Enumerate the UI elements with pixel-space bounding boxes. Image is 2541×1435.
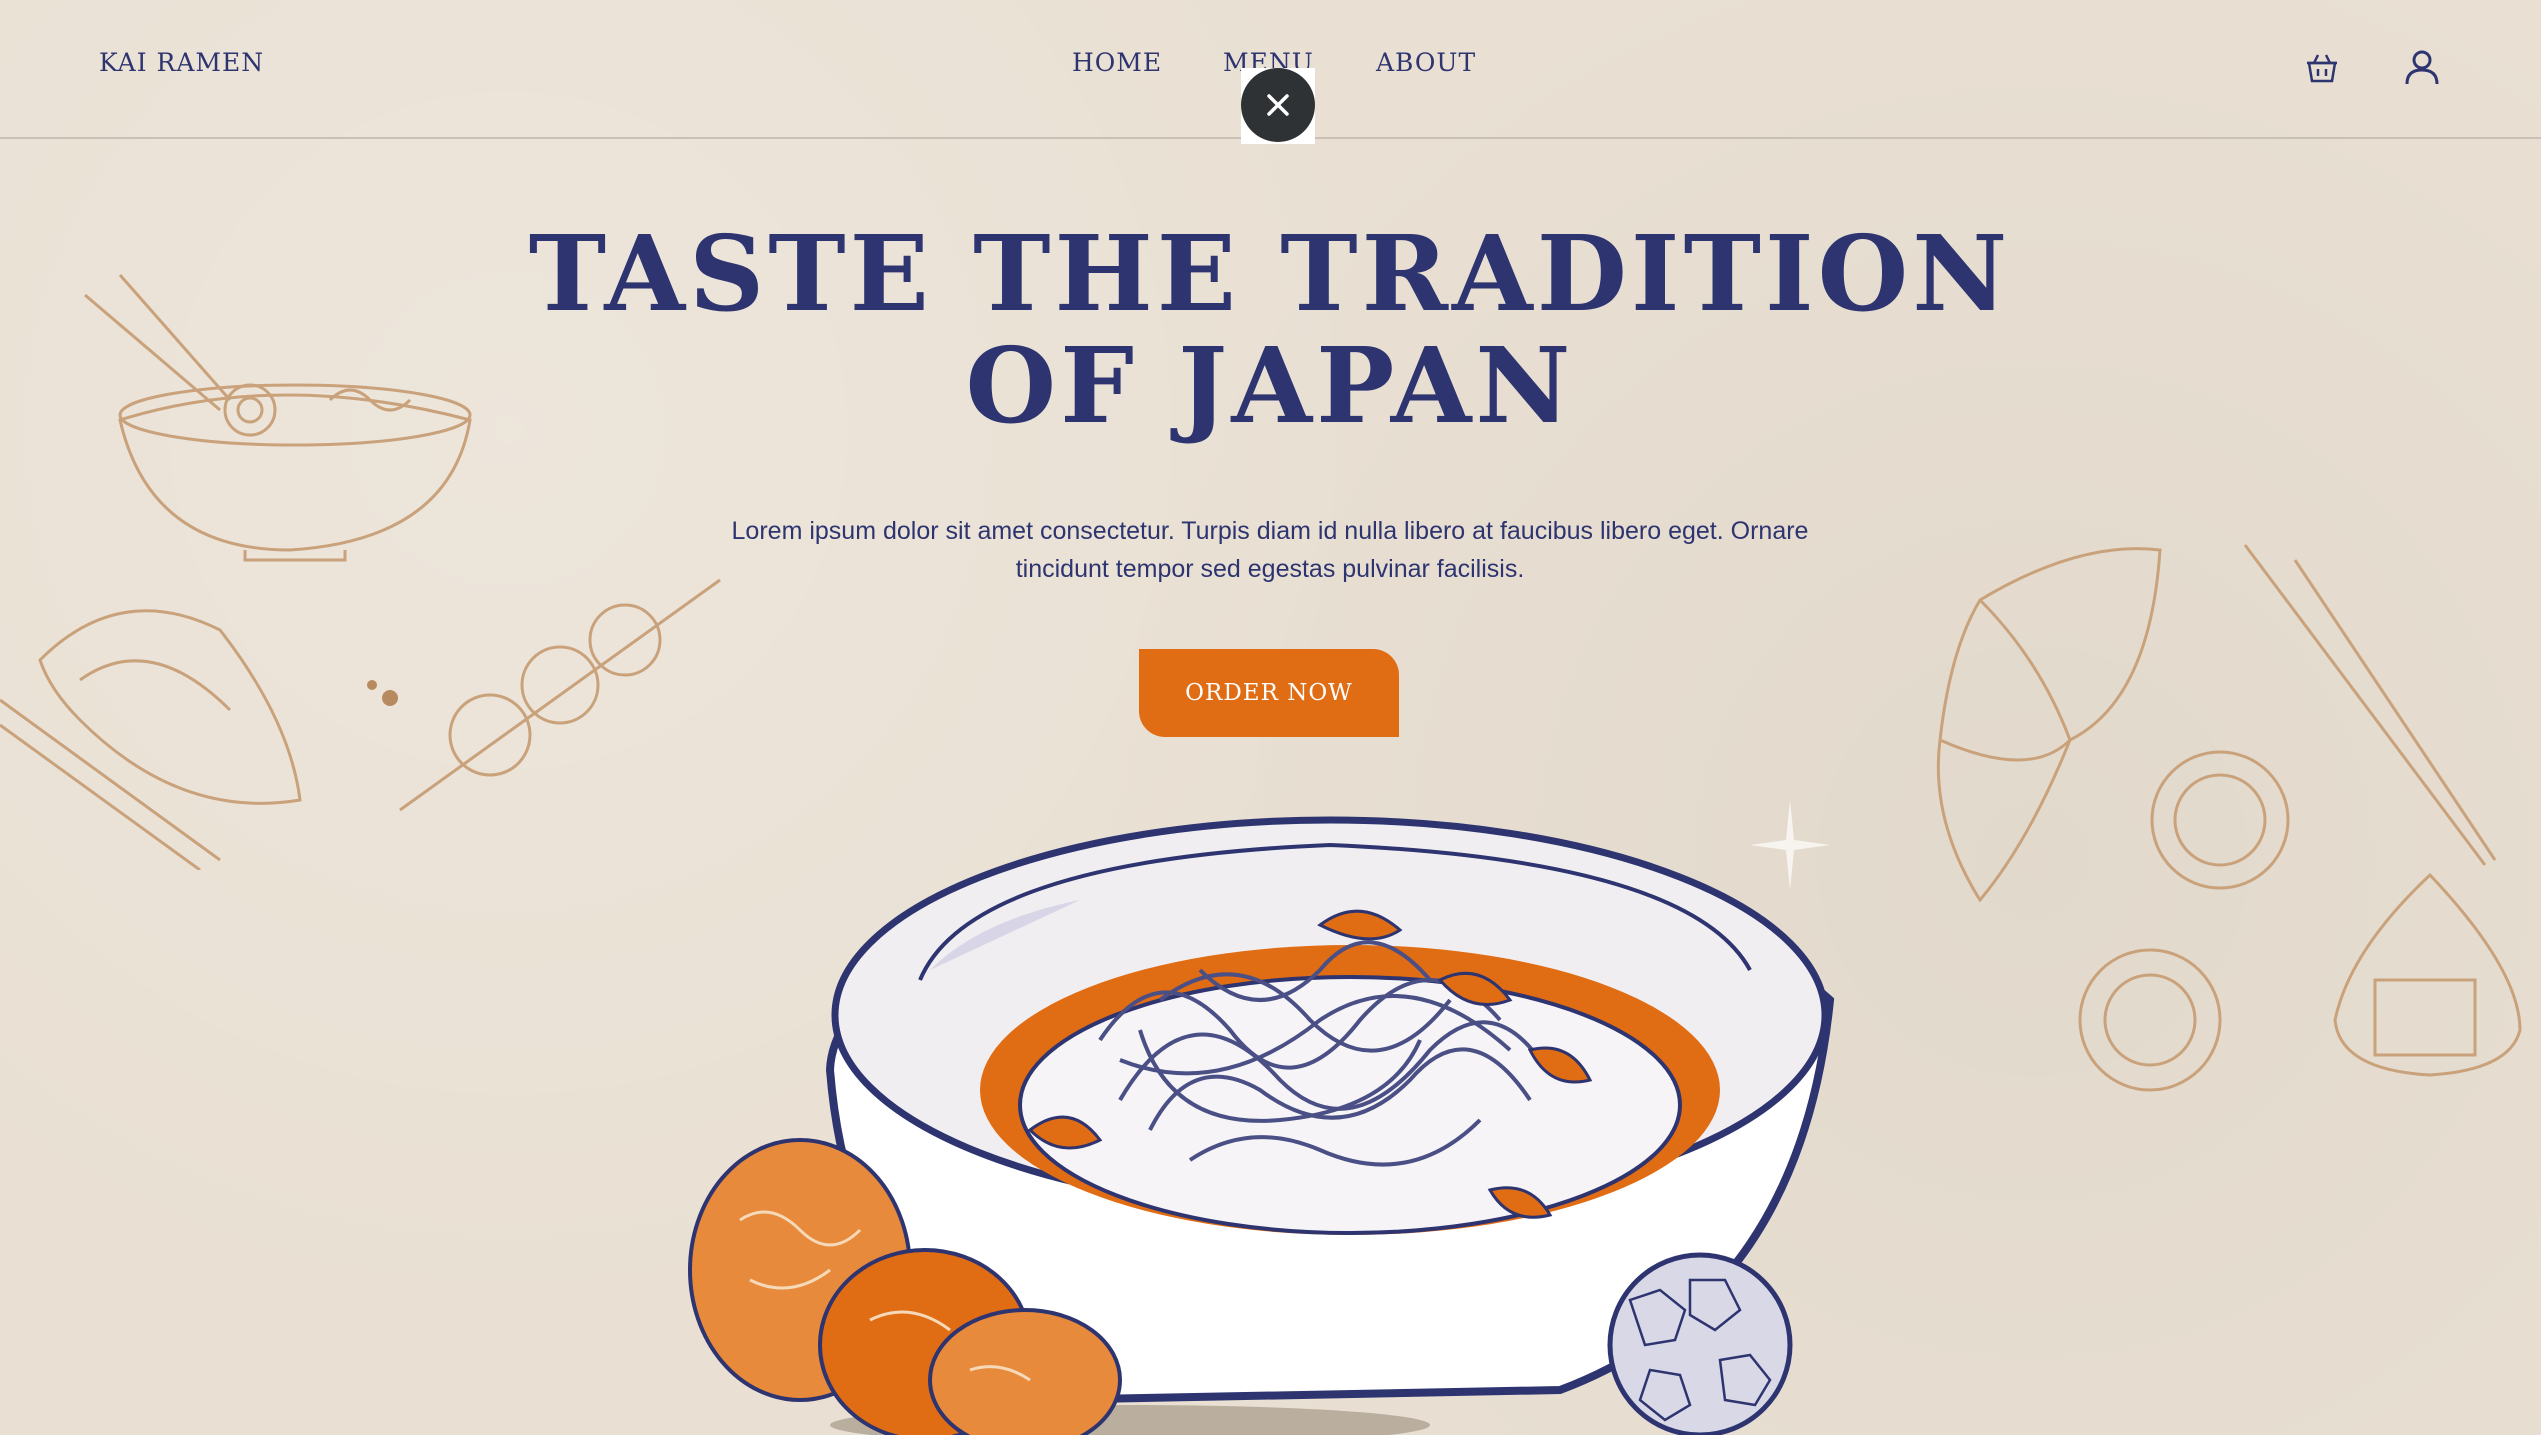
overlay-close-container <box>1241 68 1315 144</box>
close-icon <box>1267 94 1289 116</box>
noodle-bowl-illustration <box>688 816 1835 1435</box>
close-button[interactable] <box>1241 68 1315 142</box>
dango-skewer-sketch-icon <box>367 578 721 812</box>
user-icon <box>2405 50 2439 85</box>
hero-title: TASTE THE TRADITION OF JAPAN <box>528 212 2012 447</box>
hero-description: Lorem ipsum dolor sit amet consectetur. … <box>731 517 1809 583</box>
sushi-roll-sketch-icon <box>2078 750 2290 1092</box>
basket-icon <box>2307 54 2337 83</box>
account-button[interactable] <box>2402 48 2442 88</box>
order-now-button[interactable]: ORDER NOW <box>1139 649 1399 737</box>
sparkle-icon <box>1750 800 1830 890</box>
onigiri-sketch-icon <box>2333 872 2522 1077</box>
nav-home[interactable]: HOME <box>1072 48 1162 77</box>
nav-about[interactable]: ABOUT <box>1376 48 1476 77</box>
cart-button[interactable] <box>2302 48 2342 88</box>
ramen-bowl-sketch-icon <box>84 274 472 562</box>
dumpling-sketch-icon <box>0 609 302 870</box>
